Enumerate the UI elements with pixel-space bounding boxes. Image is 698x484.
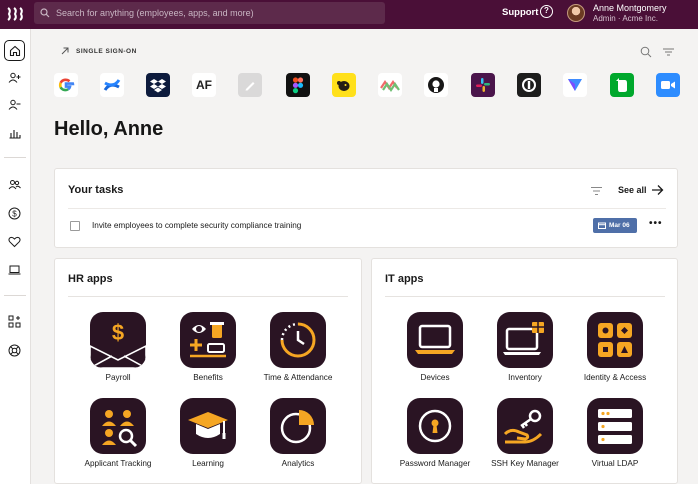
app-applicant-tracking[interactable]: Applicant Tracking	[68, 398, 168, 468]
sso-label: SINGLE SIGN-ON	[76, 48, 137, 55]
search-icon[interactable]	[640, 46, 652, 58]
app-devices[interactable]: Devices	[385, 312, 485, 382]
calendar-icon	[598, 222, 606, 229]
sidebar-divider	[4, 295, 26, 296]
laptop-icon	[407, 312, 463, 368]
dropbox-icon[interactable]	[146, 73, 170, 97]
avatar[interactable]	[567, 4, 585, 22]
home-icon[interactable]	[4, 40, 25, 61]
app-label: Applicant Tracking	[84, 459, 152, 468]
confluence-icon[interactable]	[100, 73, 124, 97]
app-inventory[interactable]: Inventory	[475, 312, 575, 382]
pen-icon[interactable]	[238, 73, 262, 97]
zigzag-icon[interactable]	[378, 73, 402, 97]
benefits-icon	[180, 312, 236, 368]
section-divider	[68, 296, 348, 297]
slack-icon[interactable]	[471, 73, 495, 97]
user-company: Admin · Acme Inc.	[593, 14, 658, 23]
app-label: SSH Key Manager	[491, 459, 559, 468]
due-date-badge: Mar 06	[593, 218, 637, 233]
app-label: Password Manager	[399, 459, 471, 468]
bar-chart-icon[interactable]	[4, 122, 25, 143]
task-divider	[68, 208, 666, 209]
section-divider	[385, 296, 665, 297]
graduation-cap-icon	[180, 398, 236, 454]
github-icon[interactable]	[424, 73, 448, 97]
app-identity-access[interactable]: Identity & Access	[565, 312, 665, 382]
app-label: Time & Attendance	[263, 373, 333, 382]
zoom-icon[interactable]	[656, 73, 680, 97]
app-label: Devices	[420, 373, 450, 382]
svg-text:$: $	[112, 320, 124, 345]
app-label: Benefits	[193, 373, 223, 382]
lock-icon	[407, 398, 463, 454]
tasks-title: Your tasks	[68, 184, 124, 196]
user-name[interactable]: Anne Montgomery	[593, 3, 667, 13]
circle-app-icon[interactable]	[517, 73, 541, 97]
search-icon	[40, 8, 50, 18]
app-learning[interactable]: Learning	[158, 398, 258, 468]
af-icon[interactable]: AF	[192, 73, 216, 97]
greeting-title: Hello, Anne	[54, 118, 164, 140]
arrow-up-right-icon	[61, 47, 69, 55]
task-text[interactable]: Invite employees to complete security co…	[92, 221, 301, 230]
dollar-icon[interactable]: $	[4, 203, 25, 224]
sidebar: $	[0, 29, 31, 484]
app-label: Virtual LDAP	[591, 459, 639, 468]
laptop-icon[interactable]	[4, 259, 25, 280]
applicant-icon	[90, 398, 146, 454]
rippling-logo-icon[interactable]	[7, 6, 24, 22]
due-date: Mar 06	[609, 222, 630, 229]
see-all-link[interactable]: See all	[618, 185, 647, 195]
svg-text:$: $	[12, 209, 17, 218]
task-checkbox[interactable]	[70, 221, 80, 231]
apps-plus-icon[interactable]	[4, 311, 25, 332]
payroll-icon: $	[90, 312, 146, 368]
figma-icon[interactable]	[286, 73, 310, 97]
filter-icon[interactable]	[662, 46, 675, 58]
app-analytics[interactable]: Analytics	[248, 398, 348, 468]
grid-icon	[587, 312, 643, 368]
triangle-app-icon[interactable]	[563, 73, 587, 97]
lifebuoy-icon[interactable]	[4, 340, 25, 361]
hr-apps-title: HR apps	[68, 273, 113, 285]
more-options-icon[interactable]: •••	[649, 218, 663, 229]
google-icon[interactable]	[54, 73, 78, 97]
app-label: Inventory	[508, 373, 542, 382]
clock-icon	[270, 312, 326, 368]
app-ssh-key-manager[interactable]: SSH Key Manager	[475, 398, 575, 468]
add-person-icon[interactable]	[4, 67, 25, 88]
sidebar-divider	[4, 157, 26, 158]
mailchimp-icon[interactable]	[332, 73, 356, 97]
app-label: Learning	[192, 459, 224, 468]
evernote-icon[interactable]	[610, 73, 634, 97]
key-icon	[497, 398, 553, 454]
pie-chart-icon	[270, 398, 326, 454]
help-icon[interactable]: ?	[540, 5, 553, 18]
search-placeholder: Search for anything (employees, apps, an…	[56, 8, 254, 18]
arrow-right-icon[interactable]	[651, 184, 664, 196]
app-label: Analytics	[281, 459, 315, 468]
app-password-manager[interactable]: Password Manager	[385, 398, 485, 468]
app-benefits[interactable]: Benefits	[158, 312, 258, 382]
app-payroll[interactable]: $ Payroll	[68, 312, 168, 382]
team-icon[interactable]	[4, 174, 25, 195]
heart-icon[interactable]	[4, 231, 25, 252]
server-icon	[587, 398, 643, 454]
top-bar: Search for anything (employees, apps, an…	[0, 0, 698, 29]
inventory-icon	[497, 312, 553, 368]
remove-person-icon[interactable]	[4, 94, 25, 115]
app-virtual-ldap[interactable]: Virtual LDAP	[565, 398, 665, 468]
app-time-attendance[interactable]: Time & Attendance	[248, 312, 348, 382]
filter-icon[interactable]	[590, 186, 603, 196]
support-link[interactable]: Support	[502, 7, 538, 18]
search-input[interactable]: Search for anything (employees, apps, an…	[34, 2, 385, 24]
it-apps-title: IT apps	[385, 273, 424, 285]
app-label: Payroll	[105, 373, 131, 382]
app-label: Identity & Access	[583, 373, 647, 382]
